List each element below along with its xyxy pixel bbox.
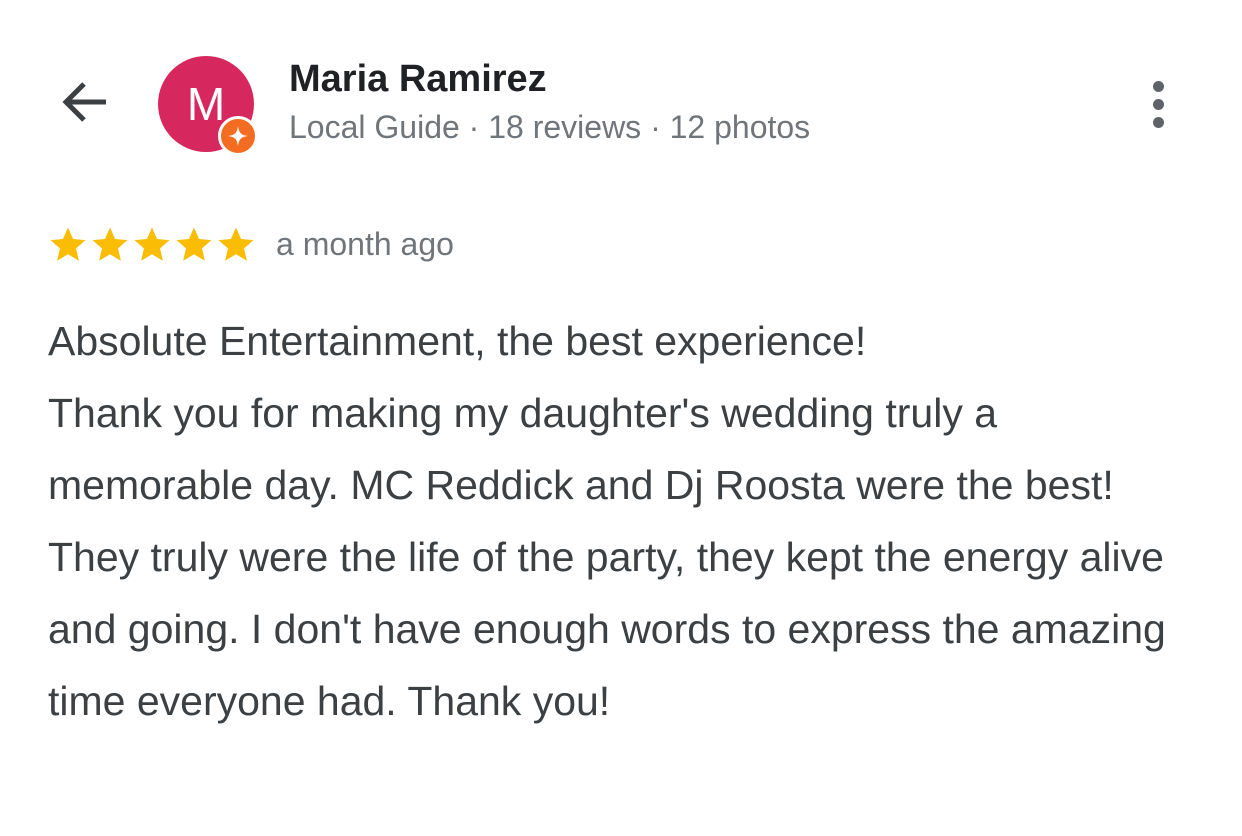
star-icon xyxy=(176,227,212,261)
star-icon xyxy=(134,227,170,261)
star-icon xyxy=(92,227,128,261)
user-meta: Local Guide · 18 reviews · 12 photos xyxy=(289,109,811,145)
local-guide-badge-icon xyxy=(218,116,258,156)
back-button[interactable] xyxy=(50,74,118,134)
more-vertical-icon xyxy=(1152,98,1164,110)
star-rating xyxy=(47,224,257,266)
arrow-back-icon xyxy=(58,80,110,129)
more-vertical-icon xyxy=(1152,80,1164,92)
review-time: a month ago xyxy=(276,226,454,262)
user-name[interactable]: Maria Ramirez xyxy=(289,58,547,101)
more-options-button[interactable] xyxy=(1132,74,1184,134)
star-icon xyxy=(50,227,86,261)
review-text: Absolute Entertainment, the best experie… xyxy=(48,318,1166,724)
more-vertical-icon xyxy=(1152,116,1164,128)
star-icon xyxy=(218,227,254,261)
